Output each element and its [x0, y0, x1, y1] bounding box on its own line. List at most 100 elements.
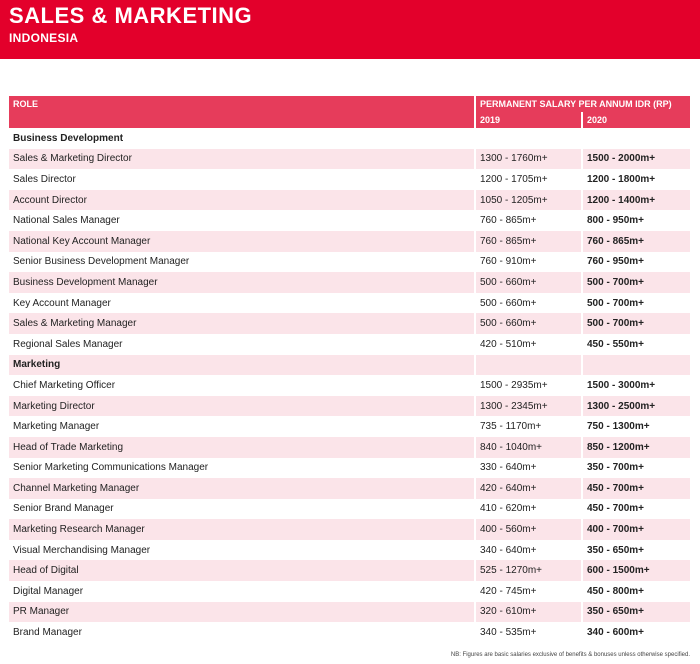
table-row: Sales Director 1200 - 1705m+ 1200 - 1800m+: [9, 169, 691, 190]
page-subtitle: INDONESIA: [9, 31, 79, 45]
salary-2019-cell: 340 - 640m+: [474, 539, 582, 561]
salary-2020-cell: 760 - 950m+: [580, 251, 691, 273]
role-cell: Senior Marketing Communications Manager: [9, 457, 475, 479]
salary-2019-cell: 1300 - 1760m+: [474, 148, 582, 170]
table-row: National Key Account Manager 760 - 865m+ 7…: [9, 230, 691, 252]
role-cell: Senior Business Development Manager: [9, 251, 475, 273]
role-cell: Marketing Director: [9, 395, 475, 417]
salary-2019-cell: 525 - 1270m+: [474, 560, 582, 582]
salary-2020-cell: 450 - 700m+: [580, 478, 691, 499]
table-row: Head of Digital 525 - 1270m+ 600 - 1500m+: [9, 560, 691, 582]
role-cell: Sales & Marketing Manager: [9, 313, 475, 334]
role-cell: Key Account Manager: [9, 292, 475, 314]
salary-2020-cell: 1500 - 2000m+: [580, 148, 691, 170]
salary-2019-cell: 840 - 1040m+: [474, 436, 582, 458]
role-cell: Visual Merchandising Manager: [9, 539, 475, 561]
salary-2019-cell: 760 - 865m+: [474, 210, 582, 231]
salary-2019-cell: 420 - 640m+: [474, 478, 582, 499]
salary-2020-cell: 750 - 1300m+: [580, 416, 691, 437]
table-body: Business Development Sales & Marketing Di…: [9, 128, 691, 643]
salary-2019-cell: 400 - 560m+: [474, 519, 582, 540]
role-column-header: ROLE: [9, 96, 475, 128]
category-label: Marketing: [9, 354, 475, 376]
table-header-row: ROLE PERMANENT SALARY PER ANNUM IDR (RP): [9, 96, 691, 128]
salary-2020-cell: 760 - 865m+: [580, 230, 691, 252]
salary-2020-cell: 1200 - 1800m+: [580, 169, 691, 190]
page-title: SALES & MARKETING: [9, 3, 253, 28]
salary-2020-cell: 350 - 650m+: [580, 601, 691, 623]
salary-table: ROLE PERMANENT SALARY PER ANNUM IDR (RP)…: [9, 96, 691, 643]
salary-2020-cell: 850 - 1200m+: [580, 436, 691, 458]
role-cell: Senior Brand Manager: [9, 498, 475, 520]
empty-cell: [580, 354, 691, 376]
salary-2019-cell: 500 - 660m+: [474, 272, 582, 293]
role-cell: PR Manager: [9, 601, 475, 623]
role-cell: Channel Marketing Manager: [9, 478, 475, 499]
salary-2020-cell: 350 - 700m+: [580, 457, 691, 479]
role-cell: Head of Digital: [9, 560, 475, 582]
table-row: Senior Marketing Communications Manager 3…: [9, 457, 691, 479]
category-label: Business Development: [9, 128, 475, 149]
salary-2020-cell: 800 - 950m+: [580, 210, 691, 231]
title-banner: SALES & MARKETING INDONESIA: [0, 0, 700, 59]
table-row: Sales & Marketing Manager 500 - 660m+ 500 …: [9, 313, 691, 334]
role-cell: Regional Sales Manager: [9, 333, 475, 355]
role-cell: Marketing Research Manager: [9, 519, 475, 540]
footnote: NB: Figures are basic salaries exclusive…: [450, 652, 690, 658]
salary-2019-cell: 500 - 660m+: [474, 313, 582, 334]
category-row: Marketing: [9, 354, 691, 376]
salary-2020-cell: 500 - 700m+: [580, 313, 691, 334]
salary-2019-cell: 420 - 745m+: [474, 581, 582, 602]
salary-column-header: PERMANENT SALARY PER ANNUM IDR (RP): [473, 96, 691, 112]
salary-2020-cell: 450 - 800m+: [580, 581, 691, 602]
salary-2019-cell: 1300 - 2345m+: [474, 395, 582, 417]
role-cell: Digital Manager: [9, 581, 475, 602]
salary-2019-cell: 760 - 865m+: [474, 230, 582, 252]
role-cell: Chief Marketing Officer: [9, 375, 475, 396]
salary-2019-cell: 420 - 510m+: [474, 333, 582, 355]
salary-2020-cell: 1500 - 3000m+: [580, 375, 691, 396]
empty-cell: [474, 128, 582, 149]
table-row: Visual Merchandising Manager 340 - 640m+ 3…: [9, 539, 691, 561]
table-row: Account Director 1050 - 1205m+ 1200 - 1400…: [9, 189, 691, 211]
salary-2019-cell: 410 - 620m+: [474, 498, 582, 520]
salary-2019-cell: 1200 - 1705m+: [474, 169, 582, 190]
salary-2020-cell: 500 - 700m+: [580, 272, 691, 293]
table-row: Senior Business Development Manager 760 -…: [9, 251, 691, 273]
salary-2019-cell: 320 - 610m+: [474, 601, 582, 623]
role-cell: Account Director: [9, 189, 475, 211]
role-cell: Head of Trade Marketing: [9, 436, 475, 458]
table-row: Senior Brand Manager 410 - 620m+ 450 - 700…: [9, 498, 691, 520]
salary-2020-cell: 600 - 1500m+: [580, 560, 691, 582]
role-cell: National Key Account Manager: [9, 230, 475, 252]
role-cell: Sales Director: [9, 169, 475, 190]
table-row: Marketing Research Manager 400 - 560m+ 400…: [9, 519, 691, 540]
salary-2020-cell: 350 - 650m+: [580, 539, 691, 561]
table-row: PR Manager 320 - 610m+ 350 - 650m+: [9, 601, 691, 623]
table-row: Head of Trade Marketing 840 - 1040m+ 850 -…: [9, 436, 691, 458]
year-2019-header: 2019: [474, 112, 582, 128]
empty-cell: [474, 354, 582, 376]
salary-2019-cell: 500 - 660m+: [474, 292, 582, 314]
year-2020-header: 2020: [580, 112, 691, 128]
table-row: Key Account Manager 500 - 660m+ 500 - 700m…: [9, 292, 691, 314]
table-row: Brand Manager 340 - 535m+ 340 - 600m+: [9, 622, 691, 643]
salary-2020-cell: 340 - 600m+: [580, 622, 691, 643]
salary-2019-cell: 330 - 640m+: [474, 457, 582, 479]
salary-2020-cell: 1300 - 2500m+: [580, 395, 691, 417]
table-row: Marketing Manager 735 - 1170m+ 750 - 1300m…: [9, 416, 691, 437]
role-cell: Marketing Manager: [9, 416, 475, 437]
table-row: Channel Marketing Manager 420 - 640m+ 450 …: [9, 478, 691, 499]
category-row: Business Development: [9, 128, 691, 149]
salary-2019-cell: 735 - 1170m+: [474, 416, 582, 437]
salary-2019-cell: 1500 - 2935m+: [474, 375, 582, 396]
empty-cell: [580, 128, 691, 149]
table-row: Sales & Marketing Director 1300 - 1760m+ 1…: [9, 148, 691, 170]
salary-2020-cell: 450 - 550m+: [580, 333, 691, 355]
salary-2020-cell: 1200 - 1400m+: [580, 189, 691, 211]
salary-2020-cell: 500 - 700m+: [580, 292, 691, 314]
salary-2020-cell: 450 - 700m+: [580, 498, 691, 520]
table-row: Marketing Director 1300 - 2345m+ 1300 - 25…: [9, 395, 691, 417]
table-row: National Sales Manager 760 - 865m+ 800 - 9…: [9, 210, 691, 231]
salary-2019-cell: 1050 - 1205m+: [474, 189, 582, 211]
